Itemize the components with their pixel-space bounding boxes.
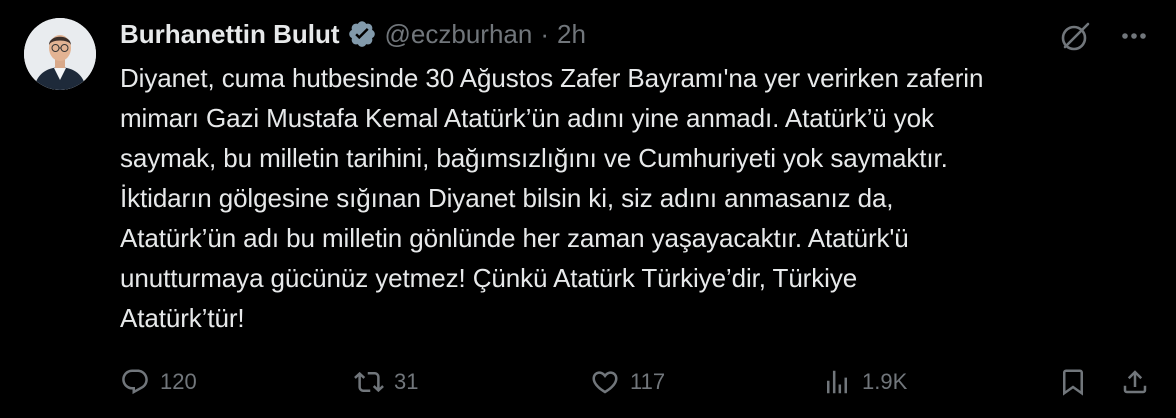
bookmark-button[interactable]	[1058, 362, 1088, 402]
verified-badge-icon[interactable]	[347, 19, 377, 49]
reply-count: 120	[160, 369, 197, 394]
tweet-text: Diyanet, cuma hutbesinde 30 Ağustos Zafe…	[120, 63, 984, 333]
repost-button[interactable]: 31	[354, 362, 418, 402]
user-handle[interactable]: @eczburhan	[385, 19, 533, 50]
like-count: 117	[630, 369, 666, 394]
heart-icon	[592, 371, 618, 394]
tweet-top-actions	[1058, 18, 1152, 54]
repost-count: 31	[394, 369, 419, 394]
views-count: 1.9K	[862, 369, 908, 394]
display-name[interactable]: Burhanettin Bulut	[120, 19, 340, 50]
like-button[interactable]: 117	[590, 362, 665, 402]
views-icon	[827, 370, 847, 394]
grok-icon[interactable]	[1058, 18, 1094, 54]
share-icon	[1123, 370, 1147, 394]
reply-button[interactable]: 120	[120, 362, 197, 402]
tweet-header: Burhanettin Bulut @eczburhan · 2h	[120, 14, 586, 54]
tweet-action-bar: 120 31 117 1.9K	[120, 362, 1156, 402]
share-button[interactable]	[1120, 362, 1150, 402]
repost-icon	[354, 371, 384, 393]
separator-dot: ·	[540, 18, 550, 49]
views-button[interactable]: 1.9K	[822, 362, 907, 402]
avatar[interactable]	[24, 18, 96, 90]
more-icon[interactable]	[1116, 18, 1152, 54]
bookmark-icon	[1063, 369, 1083, 396]
tweet[interactable]: Burhanettin Bulut @eczburhan · 2h Diyane	[0, 0, 1176, 418]
reply-icon	[122, 369, 148, 395]
timestamp[interactable]: 2h	[557, 19, 586, 50]
